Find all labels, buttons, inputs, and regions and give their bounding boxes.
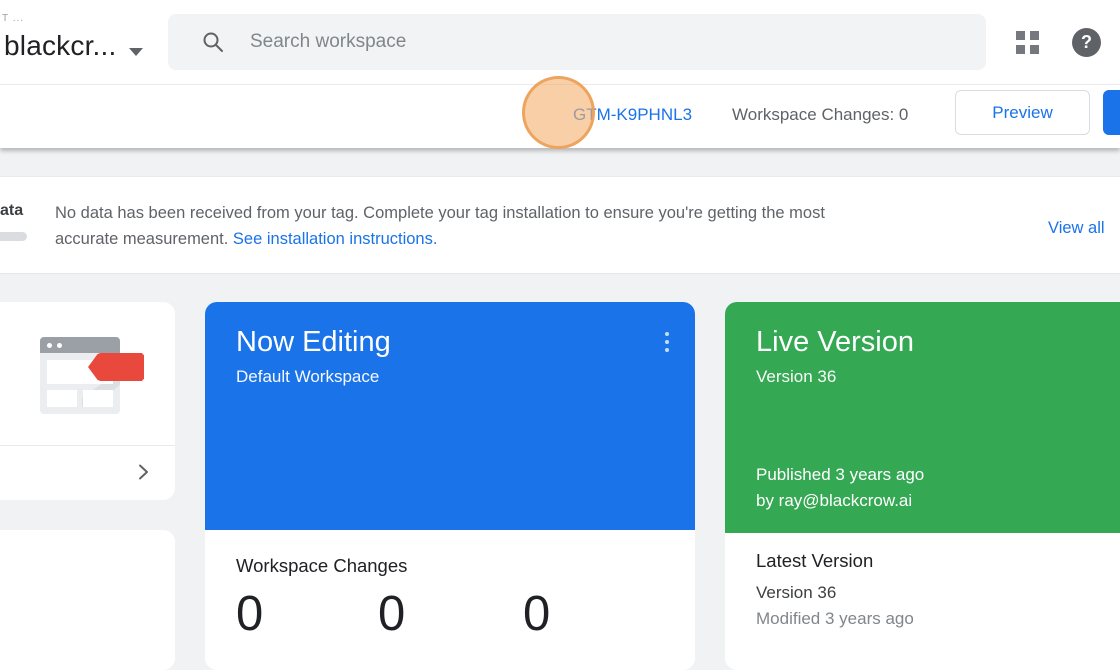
no-data-notification: ata No data has been received from your … xyxy=(0,176,1120,274)
live-version-number: Version 36 xyxy=(756,367,836,387)
left-secondary-card xyxy=(0,530,175,670)
preview-button[interactable]: Preview xyxy=(955,90,1090,135)
chevron-right-icon xyxy=(133,462,153,482)
installation-instructions-link[interactable]: See installation instructions. xyxy=(233,230,438,248)
kebab-menu-icon[interactable] xyxy=(654,327,680,357)
now-editing-title: Now Editing xyxy=(236,326,391,359)
red-tag-icon xyxy=(88,353,144,381)
published-date: Published 3 years ago xyxy=(756,465,924,485)
notification-text: No data has been received from your tag.… xyxy=(55,200,955,252)
view-all-link[interactable]: View all xyxy=(1048,219,1105,238)
container-selector-label: blackcr... xyxy=(4,30,116,62)
install-tag-card xyxy=(0,302,175,500)
latest-version-title: Latest Version xyxy=(756,550,873,572)
live-version-card: Live Version Version 36 Published 3 year… xyxy=(725,302,1120,670)
notification-label-fragment: ata xyxy=(0,202,23,220)
app-header: T ... blackcr... Search workspace ? xyxy=(0,0,1120,85)
install-tag-card-action[interactable] xyxy=(0,446,175,500)
help-icon[interactable]: ? xyxy=(1072,28,1101,57)
workspace-changes-count-2: 0 xyxy=(378,586,405,642)
search-input[interactable]: Search workspace xyxy=(168,14,986,70)
live-version-title: Live Version xyxy=(756,326,914,359)
live-version-header: Live Version Version 36 Published 3 year… xyxy=(725,302,1120,533)
notification-progress-bar xyxy=(0,232,27,241)
apps-grid-icon[interactable] xyxy=(1016,31,1040,54)
workspace-changes-count-3: 0 xyxy=(523,586,550,642)
now-editing-header: Now Editing Default Workspace xyxy=(205,302,695,530)
annotation-highlight-circle xyxy=(522,76,595,149)
chevron-down-icon xyxy=(129,48,143,56)
account-breadcrumb-fragment: T ... xyxy=(2,13,24,24)
now-editing-workspace-name: Default Workspace xyxy=(236,367,379,387)
published-by: by ray@blackcrow.ai xyxy=(756,491,912,511)
search-icon xyxy=(201,30,225,54)
workspace-changes-section-title: Workspace Changes xyxy=(236,555,407,577)
latest-version-number: Version 36 xyxy=(756,583,836,603)
workspace-changes-count-1: 0 xyxy=(236,586,263,642)
tag-installation-illustration xyxy=(40,337,120,414)
submit-button[interactable] xyxy=(1103,90,1120,135)
now-editing-card: Now Editing Default Workspace Workspace … xyxy=(205,302,695,670)
latest-version-modified: Modified 3 years ago xyxy=(756,609,914,629)
search-placeholder: Search workspace xyxy=(250,31,406,53)
workspace-changes-count: Workspace Changes: 0 xyxy=(732,105,908,125)
